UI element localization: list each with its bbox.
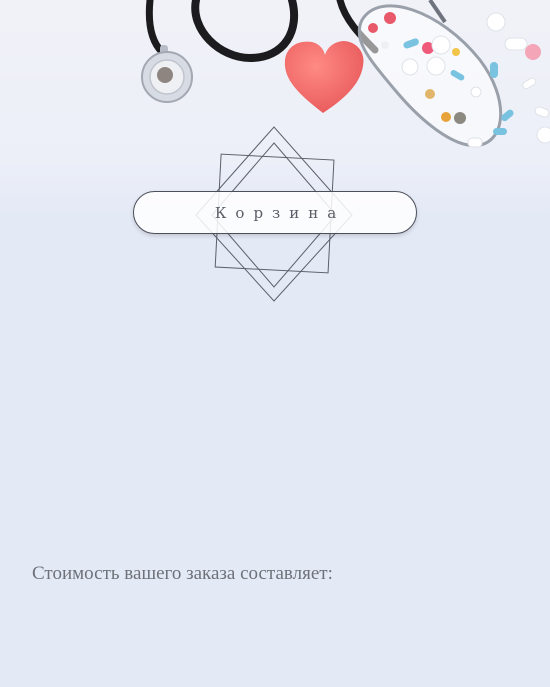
page-title-banner: Корзина (133, 191, 417, 234)
page-title: Корзина (214, 203, 346, 222)
order-cost-label: Стоимость вашего заказа составляет: (32, 563, 333, 584)
